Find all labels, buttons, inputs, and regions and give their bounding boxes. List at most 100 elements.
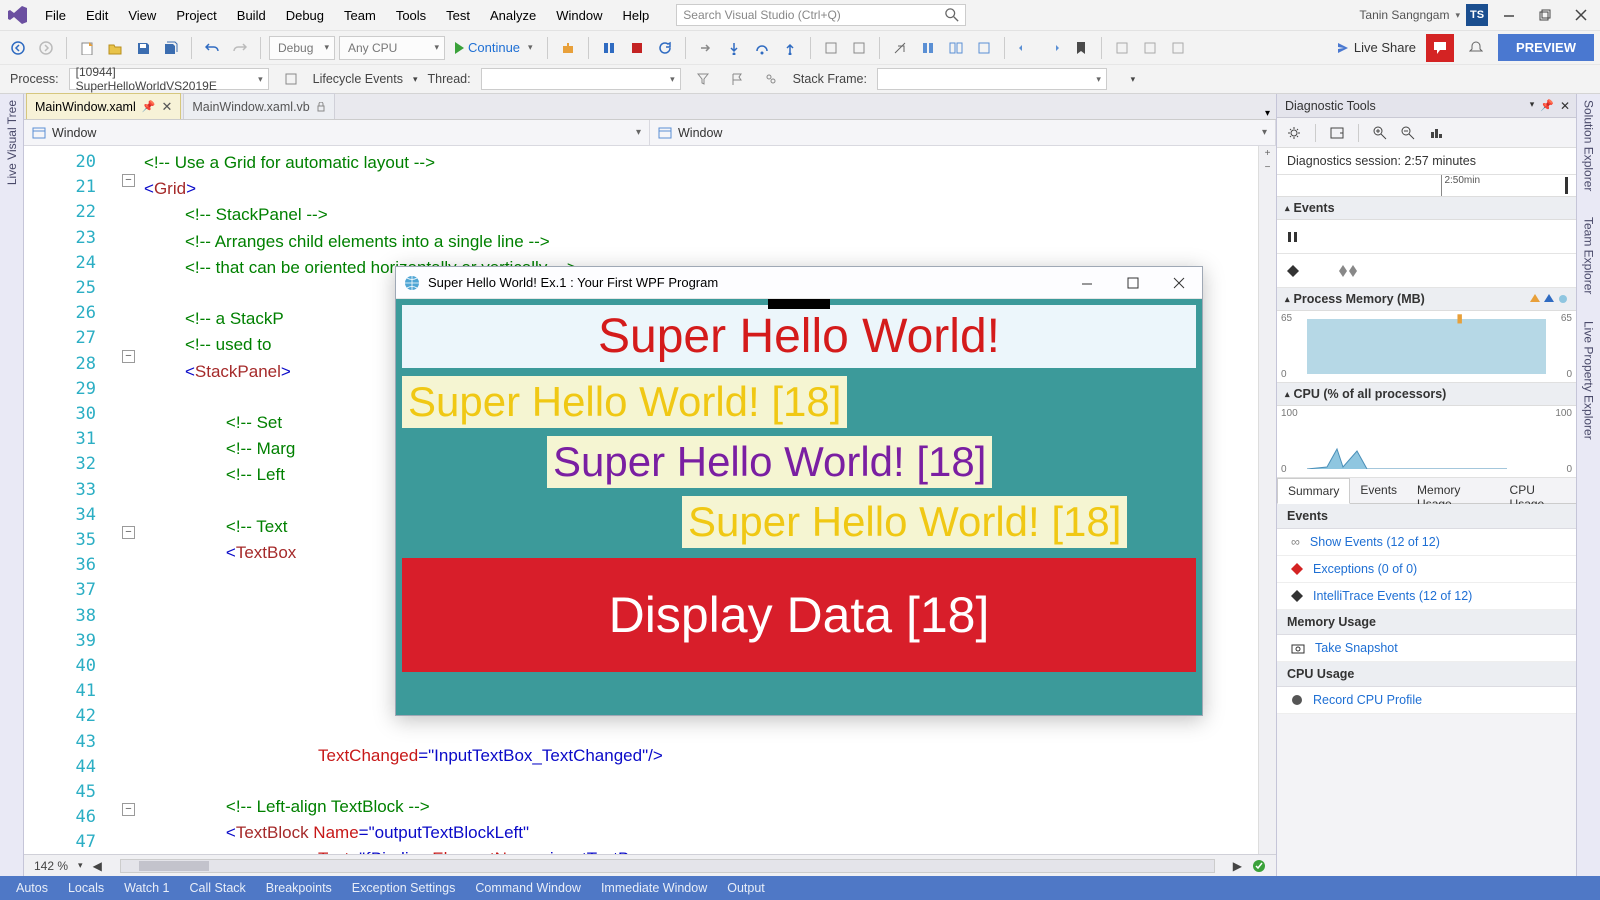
tab-callstack[interactable]: Call Stack bbox=[180, 877, 256, 899]
tab-autos[interactable]: Autos bbox=[6, 877, 58, 899]
tab-output[interactable]: Output bbox=[717, 877, 775, 899]
fold-icon[interactable]: − bbox=[122, 803, 135, 816]
redo-button[interactable] bbox=[228, 36, 252, 60]
stop-button[interactable] bbox=[625, 36, 649, 60]
step-next-button[interactable] bbox=[694, 36, 718, 60]
step-over-button[interactable] bbox=[750, 36, 774, 60]
wpf-titlebar[interactable]: Super Hello World! Ex.1 : Your First WPF… bbox=[396, 267, 1202, 299]
tab-inactive[interactable]: MainWindow.xaml.vb bbox=[183, 93, 334, 119]
scroll-right-icon[interactable]: ▶ bbox=[1233, 859, 1242, 873]
close-tab-icon[interactable]: ✕ bbox=[161, 99, 172, 115]
toolbar-icon-1[interactable] bbox=[888, 36, 912, 60]
indent-button[interactable] bbox=[1041, 36, 1065, 60]
vertical-scrollbar[interactable]: + − bbox=[1258, 146, 1276, 854]
thread-filter-icon[interactable] bbox=[691, 67, 715, 91]
lifecycle-label[interactable]: Lifecycle Events bbox=[313, 72, 403, 86]
menu-team[interactable]: Team bbox=[335, 3, 385, 28]
lifecycle-icon[interactable] bbox=[279, 67, 303, 91]
panel-dropdown-icon[interactable]: ▾ bbox=[1528, 97, 1537, 115]
toolbar-btn-x3[interactable] bbox=[1166, 36, 1190, 60]
tab-breakpoints[interactable]: Breakpoints bbox=[256, 877, 342, 899]
menu-project[interactable]: Project bbox=[167, 3, 225, 28]
memory-chart[interactable]: 65 65 0 0 ▮ bbox=[1277, 311, 1576, 383]
process-picker[interactable]: [10944] SuperHelloWorldVS2019E bbox=[69, 68, 269, 90]
new-item-button[interactable] bbox=[75, 36, 99, 60]
debug-adorner[interactable] bbox=[768, 299, 830, 309]
wpf-app-window[interactable]: Super Hello World! Ex.1 : Your First WPF… bbox=[395, 266, 1203, 716]
tab-overflow-icon[interactable]: ▾ bbox=[1265, 108, 1270, 119]
live-visual-tree-rail[interactable]: Live Visual Tree bbox=[0, 94, 24, 876]
toolbar-overflow[interactable]: ▾ bbox=[1121, 67, 1145, 91]
search-input[interactable]: Search Visual Studio (Ctrl+Q) bbox=[676, 4, 966, 26]
pause-button[interactable] bbox=[597, 36, 621, 60]
menu-view[interactable]: View bbox=[119, 3, 165, 28]
tab-immediate-window[interactable]: Immediate Window bbox=[591, 877, 717, 899]
events-section-head[interactable]: ▴Events bbox=[1277, 197, 1576, 220]
panel-pin-icon[interactable]: 📌 bbox=[1538, 97, 1556, 115]
tab-watch1[interactable]: Watch 1 bbox=[114, 877, 179, 899]
menu-edit[interactable]: Edit bbox=[77, 3, 117, 28]
user-name[interactable]: Tanin Sangngam bbox=[1359, 8, 1449, 22]
toolbar-btn-a[interactable] bbox=[819, 36, 843, 60]
continue-button[interactable]: Continue▾ bbox=[449, 40, 539, 55]
toolbar-btn-x2[interactable] bbox=[1138, 36, 1162, 60]
window-restore-button[interactable] bbox=[1530, 4, 1560, 26]
record-cpu-link[interactable]: Record CPU Profile bbox=[1277, 687, 1576, 714]
toolbar-icon-3[interactable] bbox=[944, 36, 968, 60]
window-close-button[interactable] bbox=[1566, 4, 1596, 26]
pin-icon[interactable]: 📌 bbox=[142, 100, 156, 113]
reset-zoom-icon[interactable] bbox=[1429, 126, 1443, 140]
step-out-button[interactable] bbox=[778, 36, 802, 60]
tab-active[interactable]: MainWindow.xaml 📌 ✕ bbox=[26, 93, 181, 119]
tab-summary[interactable]: Summary bbox=[1277, 478, 1350, 504]
cpu-section-head[interactable]: ▴CPU (% of all processors) bbox=[1277, 383, 1576, 406]
solution-explorer-rail[interactable]: Solution Explorer bbox=[1582, 94, 1596, 197]
wpf-close-button[interactable] bbox=[1156, 267, 1202, 299]
cpu-chart[interactable]: 100 100 0 0 bbox=[1277, 406, 1576, 478]
wpf-display-button[interactable]: Display Data [18] bbox=[402, 558, 1196, 672]
menu-file[interactable]: File bbox=[36, 3, 75, 28]
intellitrace-link[interactable]: IntelliTrace Events (12 of 12) bbox=[1277, 583, 1576, 610]
panel-close-icon[interactable]: ✕ bbox=[1558, 97, 1572, 115]
menu-test[interactable]: Test bbox=[437, 3, 479, 28]
diagnostic-ruler[interactable]: 2:50min bbox=[1277, 175, 1576, 197]
bookmark-button[interactable] bbox=[1069, 36, 1093, 60]
debug-target-button[interactable] bbox=[556, 36, 580, 60]
menu-tools[interactable]: Tools bbox=[387, 3, 435, 28]
menu-analyze[interactable]: Analyze bbox=[481, 3, 545, 28]
preview-button[interactable]: PREVIEW bbox=[1498, 34, 1594, 61]
nav-left-dropdown[interactable]: Window bbox=[24, 120, 650, 145]
toolbar-btn-b[interactable] bbox=[847, 36, 871, 60]
wpf-minimize-button[interactable] bbox=[1064, 267, 1110, 299]
live-property-explorer-rail[interactable]: Live Property Explorer bbox=[1582, 315, 1596, 446]
fold-icon[interactable]: − bbox=[122, 174, 135, 187]
notifications-button[interactable] bbox=[1464, 36, 1488, 60]
outdent-button[interactable] bbox=[1013, 36, 1037, 60]
thread-picker[interactable] bbox=[481, 68, 681, 90]
team-explorer-rail[interactable]: Team Explorer bbox=[1582, 211, 1596, 300]
save-all-button[interactable] bbox=[159, 36, 183, 60]
tab-memory[interactable]: Memory Usage bbox=[1407, 478, 1500, 503]
platform-dropdown[interactable]: Any CPU bbox=[339, 36, 445, 60]
live-share-button[interactable]: Live Share bbox=[1336, 40, 1416, 55]
toolbar-btn-x1[interactable] bbox=[1110, 36, 1134, 60]
toolbar-icon-4[interactable] bbox=[972, 36, 996, 60]
fold-icon[interactable]: − bbox=[122, 350, 135, 363]
config-dropdown[interactable]: Debug bbox=[269, 36, 335, 60]
horizontal-scrollbar[interactable] bbox=[120, 859, 1215, 873]
thread-flag-icon[interactable] bbox=[725, 67, 749, 91]
exceptions-link[interactable]: Exceptions (0 of 0) bbox=[1277, 556, 1576, 583]
gear-icon[interactable] bbox=[1287, 126, 1301, 140]
menu-window[interactable]: Window bbox=[547, 3, 611, 28]
nav-right-dropdown[interactable]: Window bbox=[650, 120, 1276, 145]
feedback-button[interactable] bbox=[1426, 34, 1454, 62]
step-into-button[interactable] bbox=[722, 36, 746, 60]
scroll-left-icon[interactable]: ◀ bbox=[93, 859, 102, 873]
menu-debug[interactable]: Debug bbox=[277, 3, 333, 28]
memory-section-head[interactable]: ▴Process Memory (MB) bbox=[1277, 288, 1576, 311]
user-badge[interactable]: TS bbox=[1466, 4, 1488, 26]
tab-events[interactable]: Events bbox=[1350, 478, 1407, 503]
zoom-level[interactable]: 142 % bbox=[34, 859, 68, 873]
tab-exception-settings[interactable]: Exception Settings bbox=[342, 877, 466, 899]
tab-cpu[interactable]: CPU Usage bbox=[1500, 478, 1576, 503]
